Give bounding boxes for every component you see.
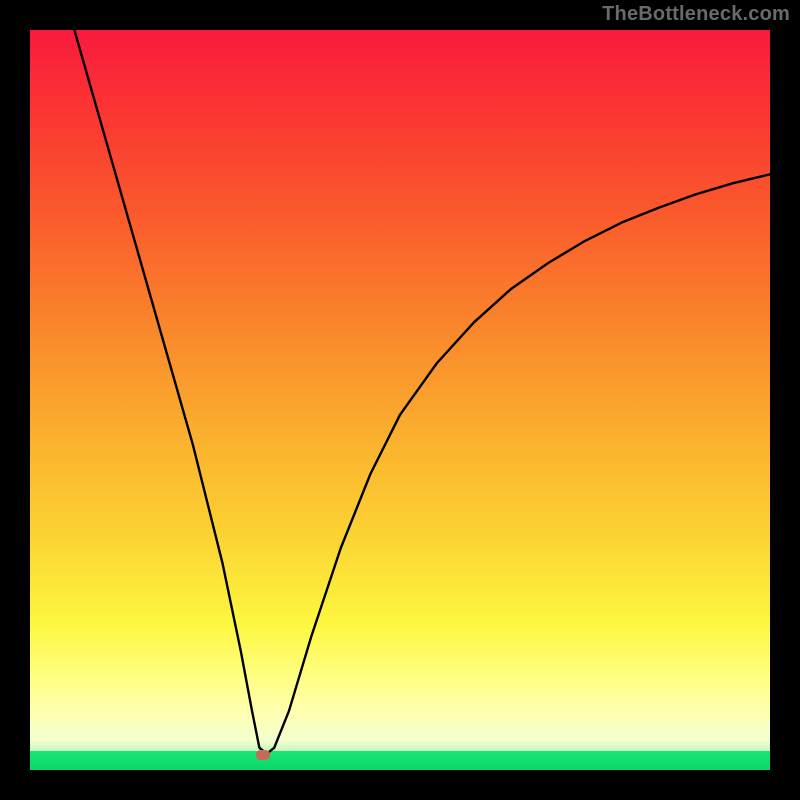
watermark-text: TheBottleneck.com [602, 4, 790, 24]
plot-area [30, 30, 770, 770]
chart-frame: TheBottleneck.com [0, 0, 800, 800]
optimum-marker [256, 750, 270, 760]
bottleneck-curve [30, 30, 770, 770]
